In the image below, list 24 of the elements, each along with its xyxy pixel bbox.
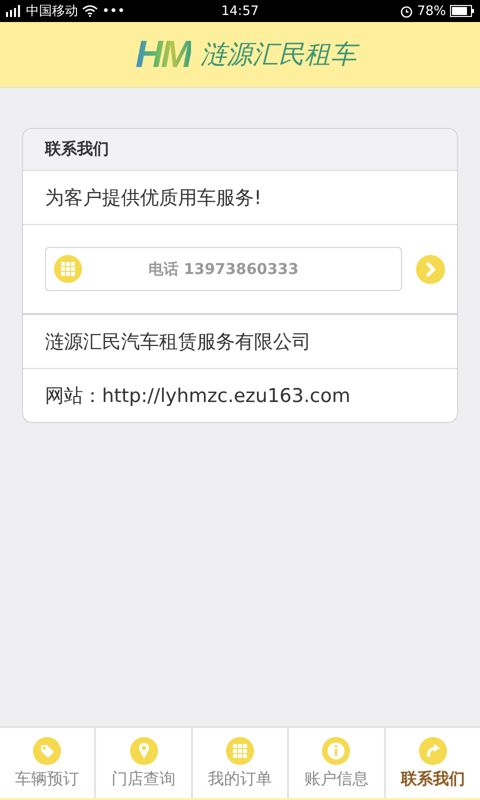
more-indicator: ••• — [102, 4, 126, 18]
battery-percent: 78% — [417, 4, 446, 18]
nav-tab[interactable]: 我的订单 — [192, 728, 290, 798]
info-icon — [322, 736, 350, 764]
nav-tab[interactable]: 车辆预订 — [0, 728, 96, 798]
tag-icon — [33, 736, 62, 764]
nav-tab[interactable]: 门店查询 — [96, 728, 193, 798]
website-text: 网站：http://lyhmzc.ezu163.com — [45, 384, 350, 408]
clock-time: 14:57 — [221, 4, 259, 18]
grid-icon — [226, 736, 254, 764]
company-name: 涟源汇民汽车租赁服务有限公司 — [45, 330, 311, 354]
location-pin-icon — [130, 736, 158, 764]
nav-tab[interactable]: 账户信息 — [289, 728, 386, 798]
phone-button[interactable]: 电话 13973860333 — [45, 247, 402, 291]
alarm-icon — [400, 4, 414, 18]
nav-tab[interactable]: 联系我们 — [386, 728, 480, 798]
signal-icon — [6, 5, 22, 17]
slogan-text: 为客户提供优质用车服务! — [45, 186, 262, 210]
keypad-icon — [54, 255, 82, 283]
battery-icon — [450, 5, 474, 17]
card-title: 联系我们 — [45, 139, 109, 160]
carrier-name: 中国移动 — [26, 3, 78, 20]
wifi-icon — [82, 5, 98, 17]
chevron-right-icon[interactable] — [416, 254, 445, 284]
